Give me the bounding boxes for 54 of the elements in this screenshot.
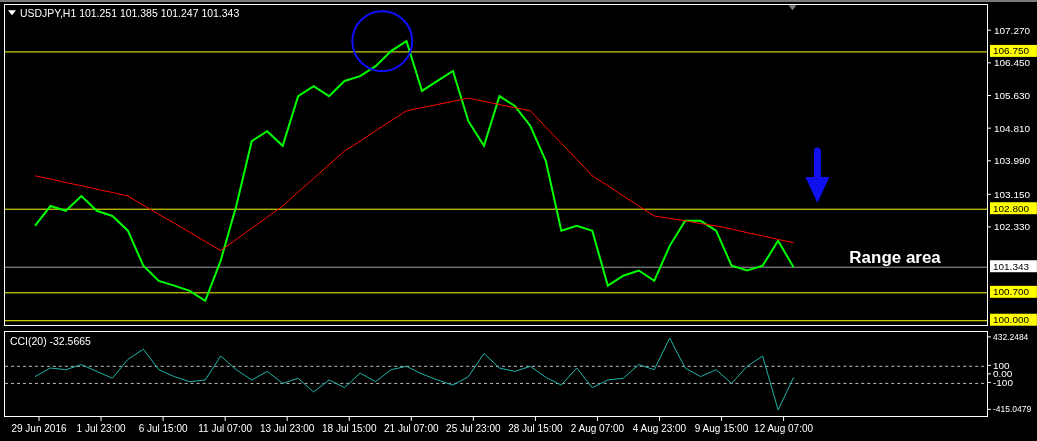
range-area-label: Range area	[849, 247, 941, 267]
price-axis-label: 102.330	[988, 221, 1031, 233]
ref-line-label: 102.800	[993, 202, 1030, 214]
time-axis-label: 13 Jul 23:00	[259, 417, 315, 434]
price-axis-label: 103.990	[988, 155, 1031, 167]
chart-shift-marker-icon	[788, 5, 797, 11]
price-axis-label: 107.270	[988, 24, 1031, 36]
x-tick-label: 6 Jul 15:00	[138, 423, 188, 434]
x-tick-label: 29 Jun 2016	[11, 423, 67, 434]
ref-line-label: 101.343	[993, 260, 1030, 272]
ref-line-label: 100.000	[993, 314, 1030, 326]
dropdown-icon[interactable]	[8, 10, 16, 16]
x-tick-label: 28 Jul 15:00	[508, 423, 564, 434]
x-tick-label: 25 Jul 23:00	[446, 423, 502, 434]
y-tick-label: 100	[993, 359, 1011, 371]
time-axis-label: 4 Aug 23:00	[632, 417, 687, 434]
ref-line-label: 106.750	[993, 45, 1030, 57]
indicator-axis-label: -415.0479	[988, 404, 1032, 415]
time-axis-label: 12 Aug 07:00	[754, 417, 814, 434]
time-axis-label: 9 Aug 15:00	[694, 417, 749, 434]
price-tag: 101.343	[990, 260, 1037, 273]
time-axis-label: 6 Jul 15:00	[138, 417, 188, 434]
price-tag: 100.700	[990, 285, 1037, 298]
price-tag: 102.800	[990, 202, 1037, 215]
indicator-label: CCI(20) -32.5665	[10, 336, 91, 348]
time-axis-label: 2 Aug 07:00	[570, 417, 625, 434]
x-tick-label: 9 Aug 15:00	[694, 423, 749, 434]
highlight-circle	[351, 10, 414, 73]
price-tag: 100.000	[990, 313, 1037, 326]
down-arrow-icon	[805, 147, 830, 203]
x-tick-label: 12 Aug 07:00	[754, 423, 814, 434]
x-tick-label: 1 Jul 23:00	[76, 423, 126, 434]
time-axis-label: 18 Jul 15:00	[322, 417, 377, 434]
time-axis-label: 29 Jun 2016	[11, 417, 67, 434]
x-tick-label: 18 Jul 15:00	[321, 423, 377, 434]
time-axis-label: 28 Jul 15:00	[508, 417, 563, 434]
x-tick-label: 11 Jul 07:00	[198, 423, 253, 434]
time-axis-label: 1 Jul 23:00	[76, 417, 126, 434]
time-axis-label: 21 Jul 07:00	[384, 417, 439, 434]
price-axis-label: 105.630	[988, 90, 1031, 101]
price-axis-label: 104.810	[988, 122, 1031, 134]
indicator-axis-label: 432.2484	[988, 331, 1029, 342]
x-tick-label: 4 Aug 23:00	[632, 423, 687, 434]
time-axis-label: 25 Jul 23:00	[446, 417, 501, 434]
x-tick-label: 13 Jul 23:00	[259, 423, 315, 434]
price-axis-label: 106.450	[988, 57, 1031, 69]
price-axis-label: 103.150	[988, 188, 1031, 200]
ref-line-label: 100.700	[993, 286, 1030, 298]
x-tick-label: 21 Jul 07:00	[384, 423, 439, 434]
indicator-axis-label: 100	[988, 359, 1010, 371]
x-tick-label: 2 Aug 07:00	[570, 423, 625, 434]
symbol-quotes: USDJPY,H1 101.251 101.385 101.247 101.343	[19, 8, 240, 20]
time-axis-label: 11 Jul 07:00	[198, 417, 252, 434]
price-tag: 106.750	[990, 44, 1037, 57]
